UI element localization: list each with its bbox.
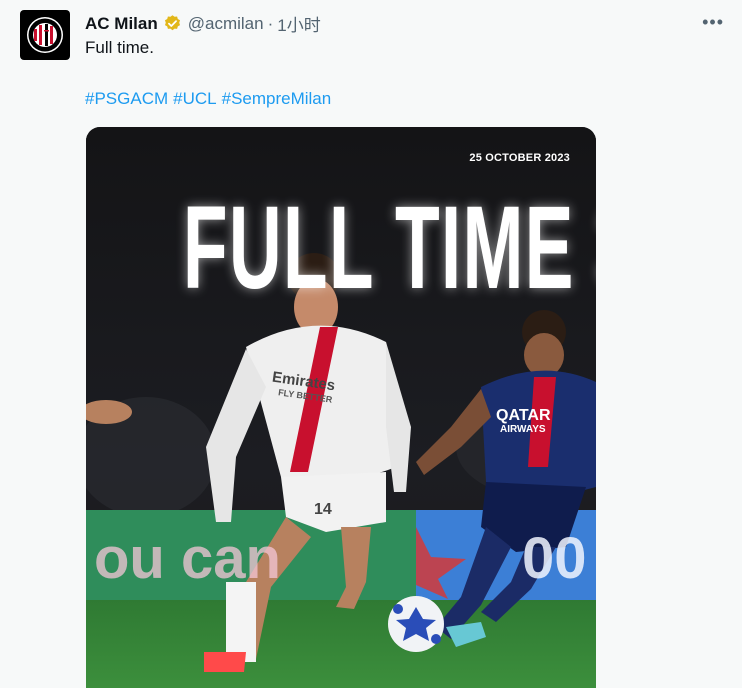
display-name[interactable]: AC Milan xyxy=(85,14,158,34)
verified-badge-icon xyxy=(163,14,182,33)
psg-sponsor-sub: AIRWAYS xyxy=(500,424,546,435)
tweet-text: Full time. xyxy=(85,38,154,57)
hashtag-sempremilan[interactable]: #SempreMilan xyxy=(222,89,332,108)
user-handle[interactable]: @acmilan xyxy=(188,14,264,34)
tweet-header: AC Milan @acmilan · 1小时 xyxy=(85,11,321,36)
match-date: 25 OCTOBER 2023 xyxy=(469,152,570,164)
tweet-media-image[interactable]: 25 OCTOBER 2023 FULL TIME 3 - 0 Emirates… xyxy=(86,127,596,688)
hashtag-list: #PSGACM #UCL #SempreMilan xyxy=(85,89,336,109)
ad-board-text-right: 00 xyxy=(522,526,587,591)
ad-board-text: ou can xyxy=(94,526,281,591)
ac-milan-logo-icon xyxy=(27,17,63,53)
avatar[interactable] xyxy=(20,10,70,60)
hashtag-psgacm[interactable]: #PSGACM xyxy=(85,89,168,108)
separator-dot: · xyxy=(267,13,274,33)
tweet-timestamp[interactable]: 1小时 xyxy=(277,11,320,36)
full-time-headline: FULL TIME 3 - 0 xyxy=(182,182,596,314)
hashtag-ucl[interactable]: #UCL xyxy=(173,89,216,108)
milan-shirt-number: 14 xyxy=(314,501,332,518)
more-options-icon[interactable]: ••• xyxy=(702,12,724,33)
psg-sponsor: QATAR xyxy=(496,407,551,424)
tweet-card[interactable]: AC Milan @acmilan · 1小时 ••• Full time. #… xyxy=(0,0,742,688)
